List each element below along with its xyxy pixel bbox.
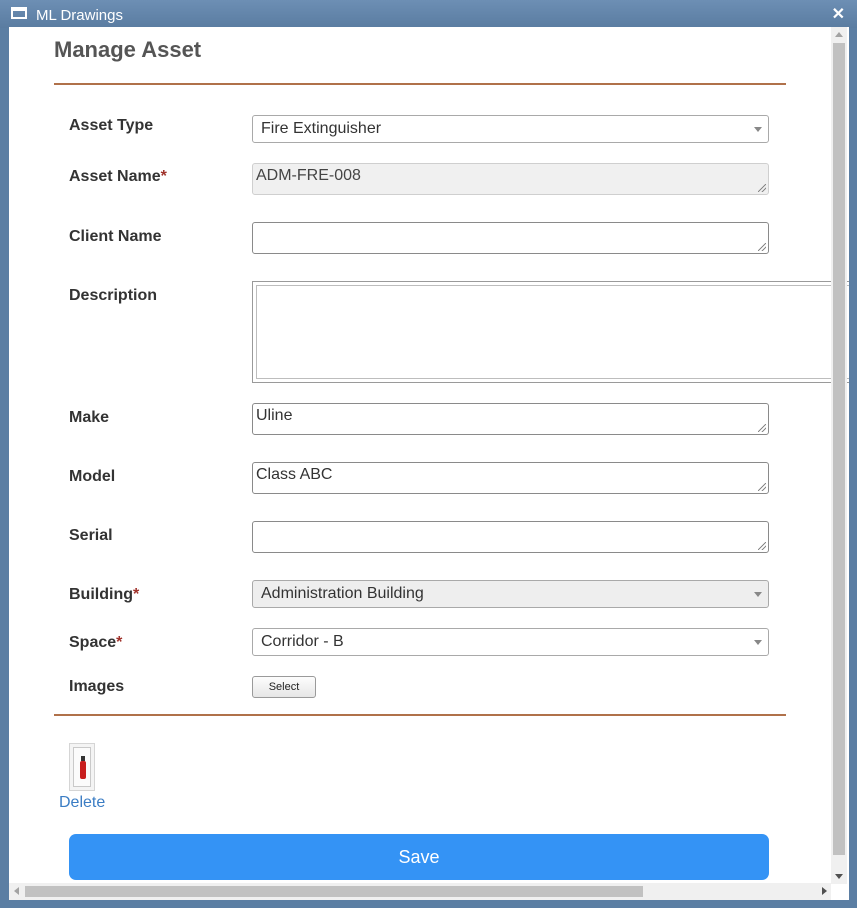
serial-field[interactable]	[252, 521, 769, 553]
resize-handle-icon[interactable]	[758, 184, 766, 192]
extinguisher-icon	[80, 761, 86, 779]
client-name-label: Client Name	[69, 228, 162, 245]
vertical-scroll-thumb[interactable]	[833, 43, 845, 855]
asset-name-field[interactable]: ADM-FRE-008	[252, 163, 769, 195]
required-marker: *	[116, 634, 123, 651]
chevron-down-icon	[754, 640, 762, 645]
model-value: Class ABC	[256, 466, 333, 483]
description-textarea[interactable]	[252, 281, 849, 383]
resize-handle-icon[interactable]	[758, 483, 766, 491]
scroll-right-icon[interactable]	[822, 887, 827, 895]
footer-divider	[54, 714, 786, 716]
extinguisher-cabinet-icon	[73, 747, 91, 787]
building-select[interactable]: Administration Building	[252, 580, 769, 608]
building-label: Building*	[69, 586, 140, 603]
close-icon[interactable]: ✕	[832, 4, 845, 24]
client-name-field[interactable]	[252, 222, 769, 254]
window-icon	[11, 7, 27, 19]
space-value: Corridor - B	[261, 633, 344, 650]
resize-handle-icon[interactable]	[758, 243, 766, 251]
dialog-window: ML Drawings ✕ Manage Asset Asset Type Fi…	[0, 0, 857, 908]
page-title: Manage Asset	[54, 37, 202, 62]
space-select[interactable]: Corridor - B	[252, 628, 769, 656]
make-field[interactable]: Uline	[252, 403, 769, 435]
make-label: Make	[69, 409, 110, 426]
resize-handle-icon[interactable]	[758, 424, 766, 432]
required-marker: *	[132, 586, 140, 603]
description-label: Description	[69, 287, 158, 304]
fire-extinguisher-thumbnail[interactable]	[69, 743, 95, 791]
horizontal-scroll-thumb[interactable]	[25, 886, 643, 897]
dialog-content: Manage Asset Asset Type Fire Extinguishe…	[9, 27, 849, 900]
asset-name-value: ADM-FRE-008	[256, 167, 361, 184]
resize-handle-icon[interactable]	[758, 542, 766, 550]
select-images-button[interactable]: Select	[252, 676, 316, 698]
images-label: Images	[69, 678, 125, 695]
model-label: Model	[69, 468, 116, 485]
chevron-down-icon	[754, 127, 762, 132]
asset-type-select[interactable]: Fire Extinguisher	[252, 115, 769, 143]
model-field[interactable]: Class ABC	[252, 462, 769, 494]
scroll-down-icon[interactable]	[835, 874, 843, 879]
delete-image-link[interactable]: Delete	[59, 794, 105, 812]
asset-name-label: Asset Name*	[69, 168, 167, 185]
scroll-left-icon[interactable]	[14, 887, 19, 895]
serial-label: Serial	[69, 527, 113, 544]
save-button[interactable]: Save	[69, 834, 769, 880]
scroll-up-icon[interactable]	[835, 32, 843, 37]
title-bar[interactable]: ML Drawings ✕	[0, 0, 857, 28]
space-label: Space*	[69, 634, 123, 651]
chevron-down-icon	[754, 592, 762, 597]
horizontal-scrollbar[interactable]	[9, 883, 831, 900]
header-divider	[54, 83, 786, 85]
make-value: Uline	[256, 407, 293, 424]
vertical-scrollbar[interactable]	[831, 27, 847, 884]
asset-type-value: Fire Extinguisher	[261, 120, 382, 137]
required-marker: *	[160, 168, 167, 185]
building-value: Administration Building	[261, 585, 424, 602]
window-title: ML Drawings	[36, 7, 123, 24]
asset-type-label: Asset Type	[69, 117, 154, 134]
